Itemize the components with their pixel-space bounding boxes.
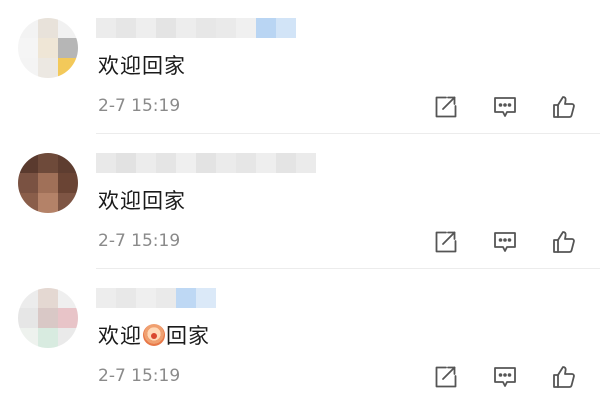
comment-text-part: 回家 <box>166 324 210 348</box>
username[interactable] <box>96 18 296 38</box>
thumbs-up-icon[interactable] <box>551 229 577 255</box>
divider <box>96 133 600 134</box>
comment-item: 欢迎回家 2-7 15:19 <box>0 0 600 134</box>
username[interactable] <box>96 153 316 173</box>
comment-text: 欢迎回家 <box>98 54 186 78</box>
thumbs-up-icon[interactable] <box>551 364 577 390</box>
comment-item: 欢迎回家 2-7 15:19 <box>0 135 600 269</box>
thumbs-up-icon[interactable] <box>551 94 577 120</box>
comment-icon[interactable] <box>492 364 518 390</box>
avatar[interactable] <box>18 288 78 348</box>
comment-text: 欢迎回家 <box>98 189 186 213</box>
smiley-emoji-icon <box>143 324 165 346</box>
divider <box>96 268 600 269</box>
avatar[interactable] <box>18 18 78 78</box>
avatar[interactable] <box>18 153 78 213</box>
timestamp: 2-7 15:19 <box>98 96 181 116</box>
username[interactable] <box>96 288 216 308</box>
share-icon[interactable] <box>432 364 458 390</box>
comment-text: 欢迎回家 <box>98 322 210 350</box>
comment-item: 欢迎回家 2-7 15:19 <box>0 270 600 402</box>
share-icon[interactable] <box>432 229 458 255</box>
comment-text-part: 欢迎 <box>98 324 142 348</box>
timestamp: 2-7 15:19 <box>98 366 181 386</box>
timestamp: 2-7 15:19 <box>98 231 181 251</box>
share-icon[interactable] <box>432 94 458 120</box>
comment-list: 欢迎回家 2-7 15:19 欢迎回家 2-7 15:19 欢迎 回家 2-7 … <box>0 0 600 402</box>
comment-icon[interactable] <box>492 94 518 120</box>
comment-icon[interactable] <box>492 229 518 255</box>
